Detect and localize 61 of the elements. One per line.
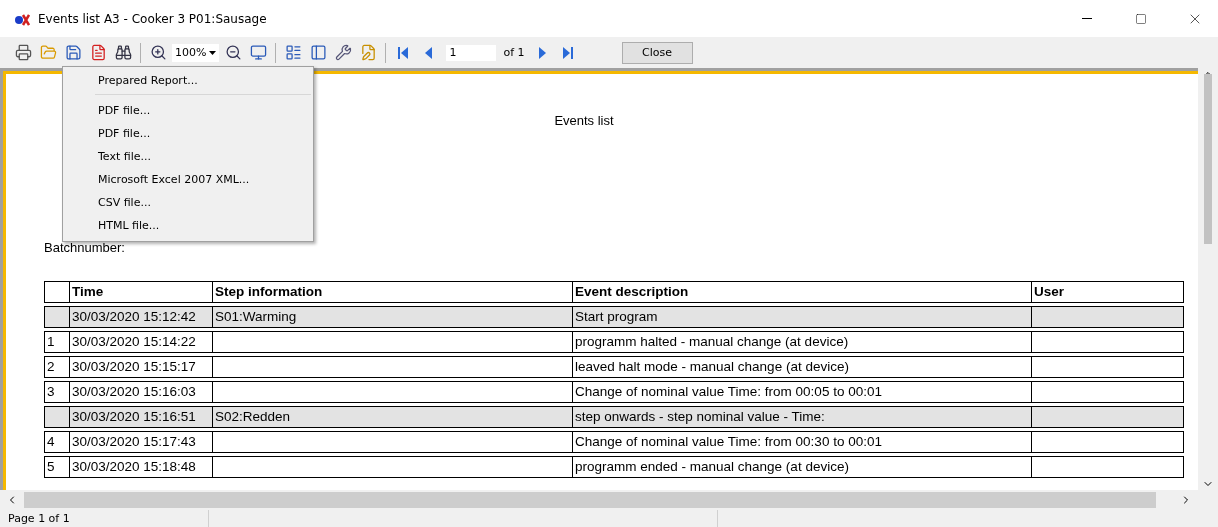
column-header: User (1031, 282, 1170, 302)
window-title: Events list A3 - Cooker 3 P01:Sausage (38, 11, 268, 26)
table-cell: 30/03/2020 15:15:17 (69, 357, 212, 377)
table-cell: Start program (572, 307, 1031, 327)
table-cell: S01:Warming (212, 307, 572, 327)
table-cell-text: 4 (46, 433, 56, 451)
table-cell: step onwards - step nominal value - Time: (572, 407, 1031, 427)
list-icon (284, 44, 302, 61)
column-header: Event description (572, 282, 1031, 302)
table-cell: leaved halt mode - manual change (at device) (572, 357, 1031, 377)
table-cell: programm ended - manual change (at device) (572, 457, 1031, 477)
zoom-out-icon (224, 44, 242, 61)
menu-item[interactable]: PDF file... (63, 122, 313, 145)
previous-page-icon (424, 45, 433, 60)
next-page-icon (538, 45, 547, 60)
report-title: Events list (554, 113, 614, 128)
menu-item[interactable]: HTML file... (63, 214, 313, 237)
pencil-icon (359, 44, 377, 61)
maximize-icon (1135, 12, 1147, 25)
table-cell: 30/03/2020 15:16:03 (69, 382, 212, 402)
printer-icon (14, 44, 32, 61)
zoom-dropdown[interactable]: 100% (172, 43, 220, 62)
caret-icon (209, 50, 217, 55)
folder-icon (39, 44, 57, 61)
horizontal-scrollbar[interactable] (0, 490, 1218, 510)
table-cell-text: 5 (46, 458, 56, 476)
document-icon (89, 44, 107, 61)
binoculars-icon (114, 44, 132, 61)
menu-item[interactable]: CSV file... (63, 191, 313, 214)
table-cell: 30/03/2020 15:16:51 (69, 407, 212, 427)
table-cell: Change of nominal value Time: from 00:05 to 00:01 (572, 382, 1031, 402)
first-page-icon (397, 45, 410, 60)
close-report-button[interactable]: Close (621, 41, 693, 64)
menu-item[interactable]: Prepared Report... (63, 69, 313, 92)
scrollbar-thumb[interactable] (1204, 74, 1212, 244)
table-cell: S02:Redden (212, 407, 572, 427)
table-cell: 30/03/2020 15:18:48 (69, 457, 212, 477)
last-page-icon (561, 45, 574, 60)
zoom-in-icon (149, 44, 167, 61)
minimize-icon (1082, 18, 1092, 19)
page-count: of 1 (503, 46, 525, 59)
page-number-field[interactable]: 1 (446, 44, 497, 61)
table-cell: programm halted - manual change (at device) (572, 332, 1031, 352)
save-icon (64, 44, 82, 61)
table-cell: Change of nominal value Time: from 00:30 to 00:01 (572, 432, 1031, 452)
wrench-icon (334, 44, 352, 61)
table-cell-text: 2 (46, 358, 56, 376)
status-page: Page 1 of 1 (0, 510, 209, 527)
menu-item[interactable]: PDF file... (63, 99, 313, 122)
column-header: Step information (212, 282, 572, 302)
menu-item[interactable]: Microsoft Excel 2007 XML... (63, 168, 313, 191)
panel-icon (309, 44, 327, 61)
batch-number-label: Batchnumber: (44, 240, 125, 255)
table-cell: 30/03/2020 15:14:22 (69, 332, 212, 352)
table-cell-text: 3 (46, 383, 56, 401)
table-cell-text: 1 (46, 333, 56, 351)
table-cell: 30/03/2020 15:17:43 (69, 432, 212, 452)
monitor-icon (249, 44, 267, 61)
table-cell: 30/03/2020 15:12:42 (69, 307, 212, 327)
column-header: Time (69, 282, 212, 302)
menu-item[interactable]: Text file... (63, 145, 313, 168)
